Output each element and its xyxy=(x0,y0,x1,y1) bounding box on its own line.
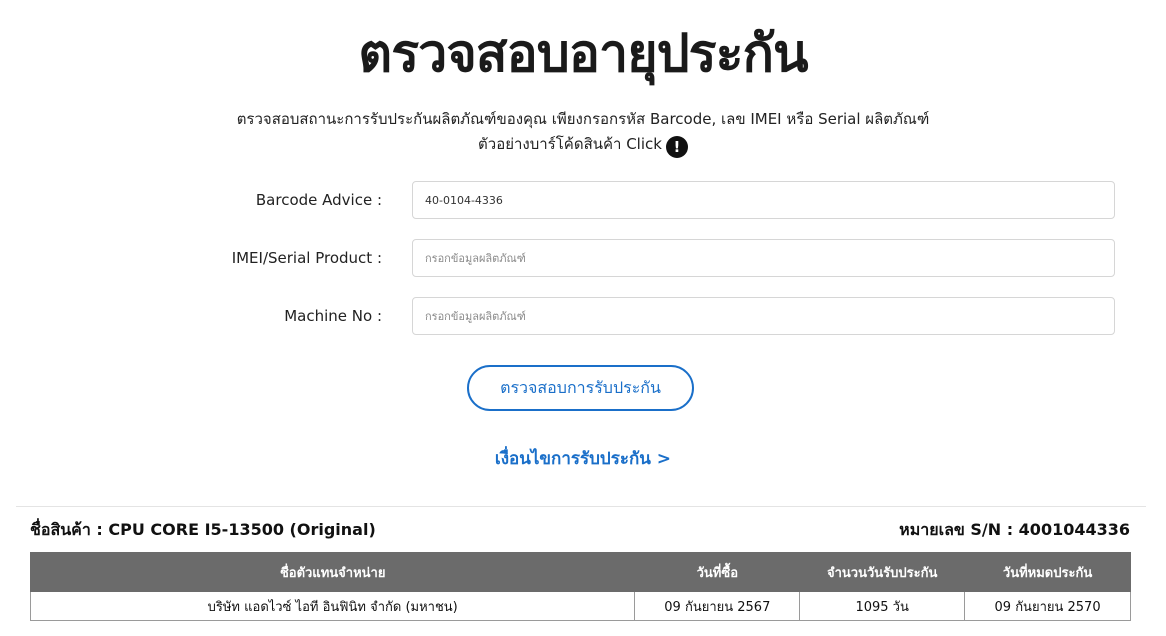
info-icon[interactable]: ! xyxy=(665,136,688,158)
barcode-label: Barcode Advice : xyxy=(255,191,382,209)
page-title: ตรวจสอบอายุประกัน xyxy=(358,24,808,84)
check-warranty-button[interactable]: ตรวจสอบการรับประกัน xyxy=(467,365,694,411)
cell-expiry-date: 09 กันยายน 2570 xyxy=(964,591,1131,621)
machine-label: Machine No : xyxy=(284,307,382,325)
header-warranty-days: จำนวนวันรับประกัน xyxy=(799,552,966,592)
machine-row: Machine No : xyxy=(0,297,1166,335)
header-dealer: ชื่อตัวแทนจำหน่าย xyxy=(29,552,636,592)
warranty-table: ชื่อตัวแทนจำหน่าย วันที่ซื้อ จำนวนวันรับ… xyxy=(29,552,1131,621)
barcode-row: Barcode Advice : xyxy=(0,181,1166,219)
warranty-conditions-link[interactable]: เงื่อนไขการรับประกัน > xyxy=(0,446,1166,472)
page-description: ตรวจสอบสถานะการรับประกันผลิตภัณฑ์ของคุณ … xyxy=(236,110,930,128)
serial-number: หมายเลข S/N : 4001044336 xyxy=(899,520,1130,539)
barcode-input[interactable] xyxy=(412,181,1115,219)
barcode-example: ตัวอย่างบาร์โค้ดสินค้า Click! xyxy=(0,133,1166,158)
barcode-example-text[interactable]: ตัวอย่างบาร์โค้ดสินค้า Click xyxy=(478,135,662,153)
warranty-check-page: ตรวจสอบอายุประกัน ตรวจสอบสถานะการรับประก… xyxy=(0,0,1166,636)
imei-label: IMEI/Serial Product : xyxy=(231,249,382,267)
header-purchase-date: วันที่ซื้อ xyxy=(634,552,801,592)
divider xyxy=(16,506,1146,507)
machine-input[interactable] xyxy=(412,297,1115,335)
table-header-row: ชื่อตัวแทนจำหน่าย วันที่ซื้อ จำนวนวันรับ… xyxy=(29,552,1131,592)
header-expiry-date: วันที่หมดประกัน xyxy=(964,552,1131,592)
product-name: ชื่อสินค้า : CPU CORE I5-13500 (Original… xyxy=(30,520,376,539)
table-row: บริษัท แอดไวซ์ ไอที อินฟินิท จำกัด (มหาช… xyxy=(29,591,1131,621)
cell-warranty-days: 1095 วัน xyxy=(799,591,966,621)
cell-dealer: บริษัท แอดไวซ์ ไอที อินฟินิท จำกัด (มหาช… xyxy=(29,591,636,621)
imei-input[interactable] xyxy=(412,239,1115,277)
imei-row: IMEI/Serial Product : xyxy=(0,239,1166,277)
cell-purchase-date: 09 กันยายน 2567 xyxy=(634,591,801,621)
